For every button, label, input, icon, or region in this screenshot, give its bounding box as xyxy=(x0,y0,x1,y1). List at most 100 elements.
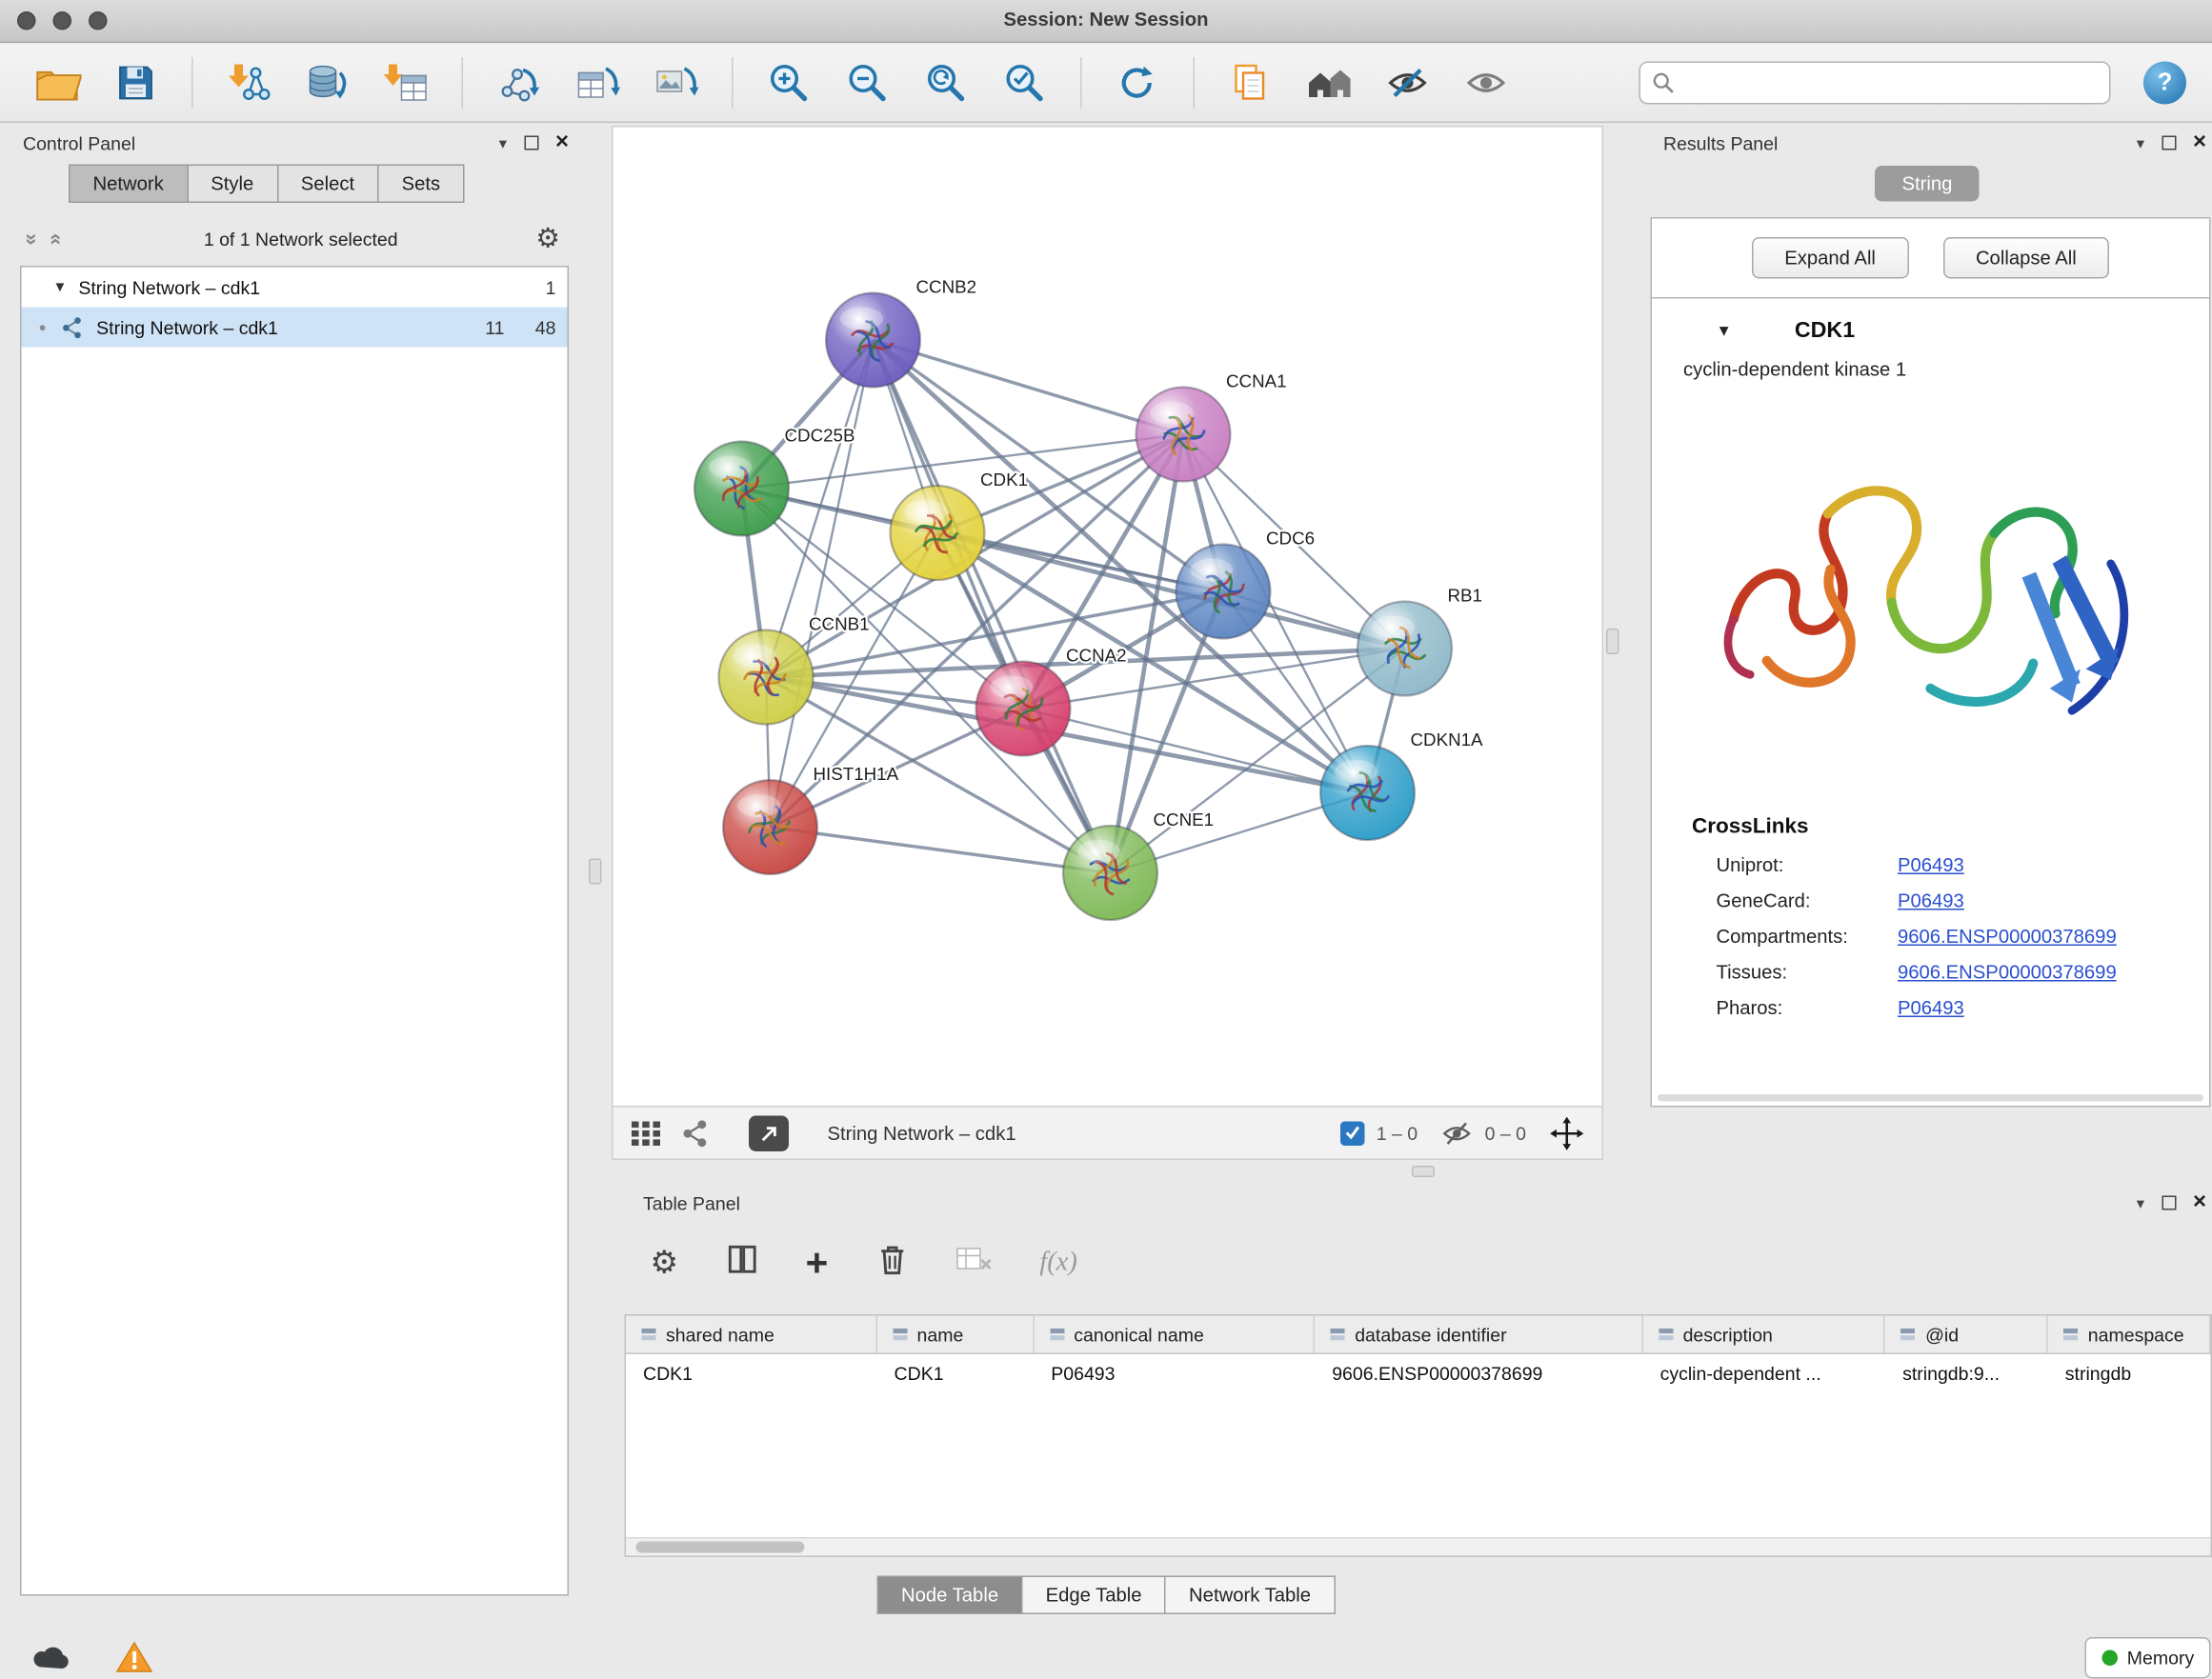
network-node[interactable] xyxy=(694,442,789,536)
panel-menu-icon[interactable]: ▾ xyxy=(2137,133,2144,152)
network-node[interactable] xyxy=(723,780,817,874)
network-edge[interactable] xyxy=(771,340,874,828)
tab-network-table[interactable]: Network Table xyxy=(1166,1576,1335,1615)
table-settings-gear-icon[interactable]: ⚙ xyxy=(651,1245,679,1282)
network-node[interactable] xyxy=(1320,746,1415,840)
panel-float-icon[interactable] xyxy=(524,136,538,150)
export-network-button[interactable] xyxy=(488,51,551,114)
collapse-all-button[interactable]: Collapse All xyxy=(1942,237,2109,279)
network-node[interactable] xyxy=(1357,602,1452,696)
collapse-all-icon[interactable]: » xyxy=(19,228,44,250)
table-cell[interactable]: stringdb xyxy=(2048,1354,2211,1391)
network-node[interactable] xyxy=(1063,826,1157,920)
tree-expand-icon[interactable]: ▼ xyxy=(53,279,68,295)
zoom-fit-button[interactable] xyxy=(915,51,977,114)
collapse-section-icon[interactable]: ▼ xyxy=(1717,323,1732,340)
panel-menu-icon[interactable]: ▾ xyxy=(499,133,507,152)
network-edge[interactable] xyxy=(771,828,1111,873)
grid-view-icon[interactable] xyxy=(631,1119,662,1147)
selected-checkbox[interactable] xyxy=(1340,1121,1365,1146)
panel-close-icon[interactable]: × xyxy=(2193,136,2206,150)
network-node[interactable] xyxy=(891,486,985,580)
protein-card-header[interactable]: ▼ CDK1 xyxy=(1652,299,2209,353)
network-edge[interactable] xyxy=(874,340,1111,873)
column-header[interactable]: description xyxy=(1643,1316,1886,1353)
column-header[interactable]: name xyxy=(877,1316,1035,1353)
column-header[interactable]: shared name xyxy=(626,1316,877,1353)
horizontal-scrollbar[interactable] xyxy=(626,1537,2211,1556)
table-cell[interactable]: 9606.ENSP00000378699 xyxy=(1315,1354,1642,1391)
add-column-icon[interactable]: + xyxy=(806,1249,829,1277)
panel-divider-handle[interactable] xyxy=(1412,1166,1435,1177)
network-options-gear-icon[interactable]: ⚙ xyxy=(535,222,560,255)
expand-all-icon[interactable]: » xyxy=(42,228,67,250)
network-node[interactable] xyxy=(719,630,814,725)
cloud-status-button[interactable] xyxy=(23,1636,80,1679)
table-row[interactable]: CDK1CDK1P064939606.ENSP00000378699cyclin… xyxy=(626,1354,2211,1391)
warnings-button[interactable] xyxy=(106,1636,163,1679)
panel-float-icon[interactable] xyxy=(2162,1196,2176,1210)
network-edge[interactable] xyxy=(874,340,1184,434)
panel-close-icon[interactable]: × xyxy=(555,136,569,150)
export-table-button[interactable] xyxy=(566,51,629,114)
apply-layout-button[interactable] xyxy=(1106,51,1169,114)
pan-crosshair-icon[interactable] xyxy=(1549,1115,1585,1151)
tab-node-table[interactable]: Node Table xyxy=(876,1576,1022,1615)
tab-network[interactable]: Network xyxy=(69,165,188,204)
search-input[interactable] xyxy=(1683,72,2098,94)
save-session-button[interactable] xyxy=(105,51,168,114)
crosslink-link[interactable]: P06493 xyxy=(1898,997,1964,1019)
crosslink-link[interactable]: P06493 xyxy=(1898,890,1964,912)
table-cell[interactable]: CDK1 xyxy=(626,1354,877,1391)
network-row-selected[interactable]: ● String Network – cdk1 11 48 xyxy=(22,308,568,348)
network-overview-icon[interactable] xyxy=(680,1118,711,1149)
search-box[interactable] xyxy=(1639,62,2111,105)
hidden-eye-slash-icon[interactable] xyxy=(1440,1119,1474,1147)
network-node[interactable] xyxy=(1136,388,1231,482)
table-cell[interactable]: CDK1 xyxy=(877,1354,1035,1391)
tab-sets[interactable]: Sets xyxy=(379,165,465,204)
column-header[interactable]: database identifier xyxy=(1315,1316,1642,1353)
crosslink-link[interactable]: 9606.ENSP00000378699 xyxy=(1898,962,2117,984)
delete-column-icon[interactable] xyxy=(875,1242,909,1285)
help-button[interactable]: ? xyxy=(2143,62,2186,105)
open-session-button[interactable] xyxy=(26,51,89,114)
network-node[interactable] xyxy=(976,662,1071,756)
import-network-from-database-button[interactable] xyxy=(296,51,359,114)
tab-select[interactable]: Select xyxy=(278,165,379,204)
import-network-button[interactable] xyxy=(217,51,280,114)
zoom-out-button[interactable] xyxy=(836,51,899,114)
zoom-in-button[interactable] xyxy=(757,51,820,114)
panel-menu-icon[interactable]: ▾ xyxy=(2137,1193,2144,1212)
column-header[interactable]: canonical name xyxy=(1034,1316,1315,1353)
open-in-new-window-button[interactable] xyxy=(749,1115,789,1151)
show-columns-icon[interactable] xyxy=(726,1243,759,1283)
show-graphics-button[interactable] xyxy=(1455,51,1518,114)
network-node[interactable] xyxy=(826,293,920,388)
tab-string[interactable]: String xyxy=(1875,166,1980,202)
tab-edge-table[interactable]: Edge Table xyxy=(1023,1576,1166,1615)
network-collection-row[interactable]: ▼ String Network – cdk1 1 xyxy=(22,268,568,308)
network-canvas[interactable]: CCNB2CCNA1CDC25BCDK1CDC6RB1CCNB1CCNA2CDK… xyxy=(612,126,1603,1108)
table-cell[interactable]: stringdb:9... xyxy=(1885,1354,2048,1391)
panel-float-icon[interactable] xyxy=(2162,136,2176,150)
panel-close-icon[interactable]: × xyxy=(2193,1196,2206,1210)
import-table-button[interactable] xyxy=(374,51,437,114)
column-header[interactable]: namespace xyxy=(2048,1316,2211,1353)
column-header[interactable]: @id xyxy=(1885,1316,2048,1353)
export-image-button[interactable] xyxy=(645,51,708,114)
network-node[interactable] xyxy=(1176,545,1271,639)
crosslink-link[interactable]: 9606.ENSP00000378699 xyxy=(1898,926,2117,948)
panel-divider-handle[interactable] xyxy=(589,859,602,885)
home-view-button[interactable] xyxy=(1297,51,1360,114)
zoom-selected-button[interactable] xyxy=(994,51,1056,114)
tab-style[interactable]: Style xyxy=(188,165,278,204)
card-scrollbar[interactable] xyxy=(1658,1094,2203,1102)
expand-all-button[interactable]: Expand All xyxy=(1752,237,1909,279)
scrollbar-thumb[interactable] xyxy=(636,1542,805,1553)
hide-selected-button[interactable] xyxy=(1377,51,1439,114)
panel-divider-handle[interactable] xyxy=(1606,629,1619,654)
table-cell[interactable]: cyclin-dependent ... xyxy=(1643,1354,1886,1391)
memory-button[interactable]: Memory xyxy=(2085,1637,2211,1679)
duplicate-view-button[interactable] xyxy=(1219,51,1282,114)
